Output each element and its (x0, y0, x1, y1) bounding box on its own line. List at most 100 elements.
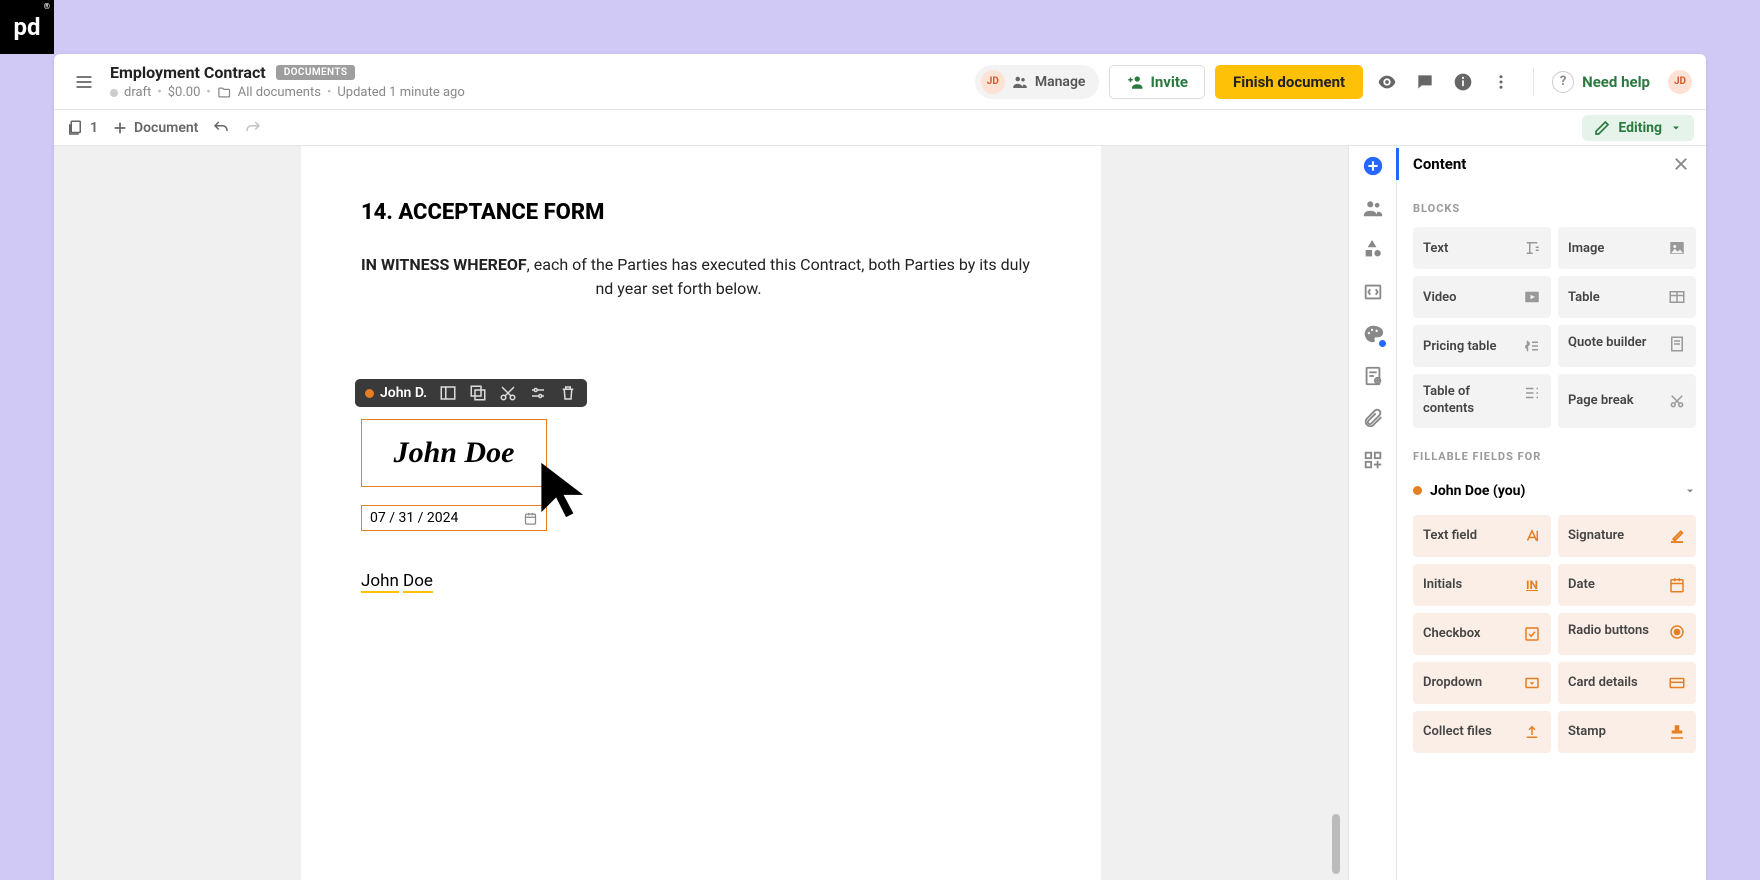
stamp-icon (1668, 723, 1686, 741)
block-pricing-table[interactable]: Pricing table (1413, 325, 1551, 367)
chat-icon (1415, 72, 1435, 92)
field-date[interactable]: Date (1558, 564, 1696, 606)
more-button[interactable] (1487, 68, 1515, 96)
info-icon (1453, 72, 1473, 92)
chevron-down-icon (1670, 122, 1682, 134)
signer-dot-icon (365, 389, 374, 398)
paragraph[interactable]: IN WITNESS WHEREOF, each of the Parties … (361, 253, 1041, 301)
field-initials[interactable]: InitialsIN (1413, 564, 1551, 606)
field-collect-files[interactable]: Collect files (1413, 711, 1551, 753)
toc-icon (1523, 384, 1541, 402)
page-count-button[interactable]: 1 (66, 119, 98, 137)
menu-button[interactable] (68, 66, 100, 98)
recipients-tab[interactable] (1361, 196, 1385, 220)
scrollbar[interactable] (1332, 814, 1340, 874)
block-toc[interactable]: Table of contents (1413, 374, 1551, 428)
pages-icon (66, 119, 84, 137)
updated-text: Updated 1 minute ago (337, 85, 464, 100)
name-text[interactable]: John Doe (361, 571, 433, 591)
smart-tab[interactable] (1361, 364, 1385, 388)
document-page[interactable]: 14. ACCEPTANCE FORM IN WITNESS WHEREOF, … (301, 146, 1101, 880)
image-icon (1668, 239, 1686, 257)
block-text[interactable]: Text (1413, 227, 1551, 269)
upload-icon (1523, 723, 1541, 741)
person-dot-icon (1413, 486, 1422, 495)
documents-badge: DOCUMENTS (276, 65, 356, 80)
preview-button[interactable] (1373, 68, 1401, 96)
eye-icon (1376, 71, 1398, 93)
cut-button[interactable] (499, 384, 517, 402)
question-icon: ? (1552, 71, 1574, 93)
invite-button[interactable]: Invite (1109, 65, 1205, 99)
undo-icon (212, 119, 230, 137)
date-icon (1668, 576, 1686, 594)
checkbox-icon (1523, 625, 1541, 643)
finish-button[interactable]: Finish document (1215, 65, 1363, 99)
date-field[interactable]: 07 / 31 / 2024 (361, 505, 547, 531)
content-tab[interactable] (1361, 154, 1385, 178)
undo-button[interactable] (212, 119, 230, 137)
attachments-tab[interactable] (1361, 406, 1385, 430)
price-text: $0.00 (168, 85, 201, 100)
people-icon (1362, 197, 1384, 219)
editing-mode-button[interactable]: Editing (1582, 115, 1694, 141)
panel-title: Content (1413, 155, 1466, 173)
info-button[interactable] (1449, 68, 1477, 96)
redo-icon (244, 119, 262, 137)
apps-icon (1362, 449, 1384, 471)
text-field-icon (1523, 527, 1541, 545)
people-icon (1011, 73, 1029, 91)
variables-tab[interactable] (1361, 280, 1385, 304)
content-panel: Content BLOCKS Text Image Video Table Pr… (1396, 146, 1706, 880)
dropdown-icon (1523, 674, 1541, 692)
table-icon (1668, 288, 1686, 306)
help-button[interactable]: ? Need help (1552, 71, 1650, 93)
block-page-break[interactable]: Page break (1558, 374, 1696, 428)
field-stamp[interactable]: Stamp (1558, 711, 1696, 753)
block-quote-builder[interactable]: Quote builder (1558, 325, 1696, 367)
manage-button[interactable]: JD Manage (975, 65, 1100, 99)
field-text[interactable]: Text field (1413, 515, 1551, 557)
layout-button[interactable] (439, 384, 457, 402)
settings-button[interactable] (529, 384, 547, 402)
redo-button[interactable] (244, 119, 262, 137)
blocks-section-label: BLOCKS (1413, 202, 1696, 215)
field-card[interactable]: Card details (1558, 662, 1696, 704)
theme-tab[interactable] (1361, 322, 1385, 346)
field-signature[interactable]: Signature (1558, 515, 1696, 557)
signature-toolbar: John D. (355, 379, 587, 407)
block-image[interactable]: Image (1558, 227, 1696, 269)
close-panel-button[interactable] (1672, 155, 1690, 173)
person-selector[interactable]: John Doe (you) (1413, 479, 1696, 503)
section-heading[interactable]: 14. ACCEPTANCE FORM (361, 200, 1041, 225)
cursor-icon (536, 458, 596, 522)
canvas[interactable]: 14. ACCEPTANCE FORM IN WITNESS WHEREOF, … (54, 146, 1348, 880)
radio-icon (1668, 623, 1686, 641)
duplicate-button[interactable] (469, 384, 487, 402)
document-title[interactable]: Employment Contract (110, 63, 266, 82)
fields-section-label: FILLABLE FIELDS FOR (1413, 450, 1696, 463)
brand-logo: pd® (0, 0, 54, 54)
pencil-icon (1594, 120, 1610, 136)
signer-label[interactable]: John D. (365, 385, 427, 401)
toolbar: 1 Document Editing (54, 110, 1706, 146)
add-document-button[interactable]: Document (112, 120, 198, 136)
comments-button[interactable] (1411, 68, 1439, 96)
field-radio[interactable]: Radio buttons (1558, 613, 1696, 655)
page-break-icon (1668, 392, 1686, 410)
top-bar: Employment Contract DOCUMENTS draft • $0… (54, 54, 1706, 110)
chevron-down-icon (1684, 485, 1696, 497)
field-checkbox[interactable]: Checkbox (1413, 613, 1551, 655)
field-dropdown[interactable]: Dropdown (1413, 662, 1551, 704)
signature-field[interactable]: John Doe (361, 419, 547, 487)
folder-text[interactable]: All documents (238, 85, 321, 100)
block-video[interactable]: Video (1413, 276, 1551, 318)
apps-tab[interactable] (1361, 448, 1385, 472)
design-tab[interactable] (1361, 238, 1385, 262)
pricing-icon (1523, 337, 1541, 355)
block-table[interactable]: Table (1558, 276, 1696, 318)
delete-button[interactable] (559, 384, 577, 402)
attachment-icon (1362, 407, 1384, 429)
status-dot-icon (110, 89, 118, 97)
user-avatar[interactable]: JD (1668, 70, 1692, 94)
